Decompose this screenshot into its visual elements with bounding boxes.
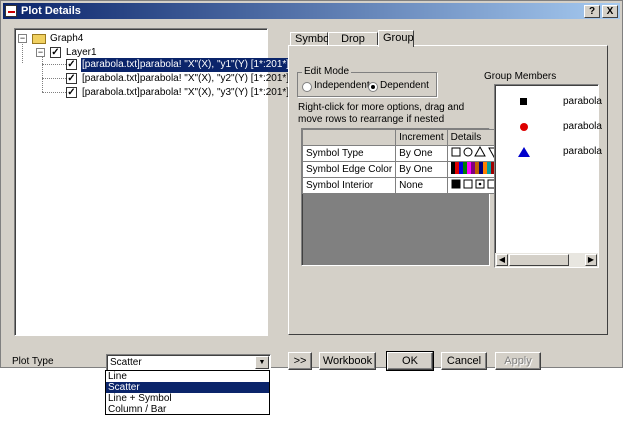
independent-label: Independent xyxy=(314,80,370,91)
increment-table: Increment Details Symbol Type By One Sym… xyxy=(301,129,505,194)
dropdown-option-line-symbol[interactable]: Line + Symbol xyxy=(106,393,269,404)
row-increment[interactable]: None xyxy=(395,177,448,194)
collapse-icon[interactable]: − xyxy=(18,34,27,43)
tree-connector xyxy=(42,78,66,79)
horizontal-scrollbar[interactable]: ◀ ▶ xyxy=(495,253,598,267)
table-row[interactable]: Symbol Type By One xyxy=(301,145,505,162)
checkbox-checked-icon[interactable]: ✓ xyxy=(66,73,77,84)
scroll-left-icon[interactable]: ◀ xyxy=(496,254,508,266)
plot-type-value: Scatter xyxy=(110,357,142,368)
dependent-label: Dependent xyxy=(380,80,429,91)
workbook-button[interactable]: Workbook xyxy=(319,352,376,370)
table-row[interactable]: Symbol Interior None xyxy=(301,177,505,194)
scroll-right-icon[interactable]: ▶ xyxy=(585,254,597,266)
member-name: parabola xyxy=(563,146,602,157)
collapse-icon[interactable]: − xyxy=(36,48,45,57)
plot-type-dropdown-list[interactable]: Line Scatter Line + Symbol Column / Bar xyxy=(105,370,270,415)
apply-button[interactable]: Apply xyxy=(495,352,541,370)
tree-connector xyxy=(22,41,23,63)
title-bar: Plot Details ? X xyxy=(3,3,620,19)
tree-item-label: [parabola.txt]parabola! "X"(X), "y1"(Y) … xyxy=(81,58,291,72)
tree-item-label: [parabola.txt]parabola! "X"(X), "y2"(Y) … xyxy=(82,73,290,84)
chevron-down-icon[interactable]: ▼ xyxy=(255,356,269,369)
independent-radio[interactable] xyxy=(302,82,312,92)
list-item[interactable]: parabola xyxy=(495,145,602,161)
plot-tree[interactable]: − Graph4 − ✓ Layer1 ✓ [parabola.txt]para… xyxy=(14,28,291,336)
plot-type-label: Plot Type xyxy=(12,356,54,367)
tree-connector xyxy=(42,92,66,93)
list-item[interactable]: parabola xyxy=(495,95,602,111)
row-name: Symbol Interior xyxy=(301,177,397,194)
ok-button[interactable]: OK xyxy=(386,351,434,371)
checkbox-checked-icon[interactable]: ✓ xyxy=(66,87,77,98)
close-button[interactable]: X xyxy=(602,5,618,18)
member-name: parabola xyxy=(563,96,602,107)
tree-item-label: [parabola.txt]parabola! "X"(X), "y3"(Y) … xyxy=(82,87,290,98)
checkbox-checked-icon[interactable]: ✓ xyxy=(50,47,61,58)
scroll-thumb[interactable] xyxy=(509,254,569,266)
group-tab-panel: Edit Mode Independent Dependent Right-cl… xyxy=(288,45,608,335)
tree-item-label: Graph4 xyxy=(50,33,84,44)
group-members-label: Group Members xyxy=(484,71,557,82)
edit-mode-label: Edit Mode xyxy=(302,66,352,77)
plot-details-dialog: Plot Details ? X − Graph4 − ✓ Layer1 ✓ [… xyxy=(0,0,623,371)
help-button[interactable]: ? xyxy=(584,5,600,18)
list-item[interactable]: parabola xyxy=(495,120,602,136)
app-icon xyxy=(5,5,17,17)
triangle-symbol-icon xyxy=(518,147,530,157)
plot-type-select[interactable]: Scatter ▼ xyxy=(106,354,271,371)
tab-group[interactable]: Group xyxy=(378,30,414,47)
window-title: Plot Details xyxy=(21,5,81,17)
checkbox-checked-icon[interactable]: ✓ xyxy=(66,59,77,70)
dropdown-option-scatter[interactable]: Scatter xyxy=(106,382,269,393)
tree-connector xyxy=(42,64,66,65)
row-increment[interactable]: By One xyxy=(395,161,448,178)
folder-icon xyxy=(32,34,46,44)
circle-symbol-icon xyxy=(520,123,528,131)
table-row[interactable]: Symbol Edge Color By One xyxy=(301,161,505,178)
table-header: Increment xyxy=(395,129,448,146)
dropdown-option-column-bar[interactable]: Column / Bar xyxy=(106,404,269,415)
square-symbol-icon xyxy=(520,98,527,105)
expand-button[interactable]: >> xyxy=(288,352,312,370)
cancel-button[interactable]: Cancel xyxy=(441,352,487,370)
group-members-list[interactable]: parabola parabola parabola ◀ ▶ xyxy=(494,84,602,268)
dependent-radio[interactable] xyxy=(368,82,378,92)
hint-text: Right-click for more options, drag and m… xyxy=(298,102,465,125)
increment-grid[interactable]: Increment Details Symbol Type By One Sym… xyxy=(301,128,505,266)
tree-connector xyxy=(42,55,43,92)
table-header xyxy=(301,129,397,146)
edit-mode-group: Edit Mode Independent Dependent xyxy=(297,66,437,97)
member-name: parabola xyxy=(563,121,602,132)
row-increment[interactable]: By One xyxy=(395,145,448,162)
row-name: Symbol Edge Color xyxy=(301,161,397,178)
dropdown-option-line[interactable]: Line xyxy=(106,371,269,382)
row-name: Symbol Type xyxy=(301,145,397,162)
